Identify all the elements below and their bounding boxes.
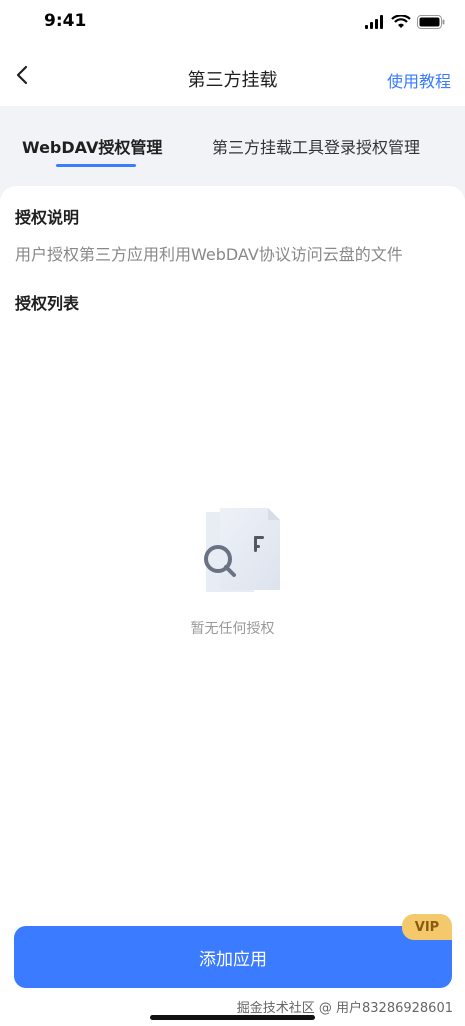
watermark-text: 掘金技术社区 @ 用户83286928601 — [236, 1001, 453, 1016]
status-bar: 9:41 — [0, 0, 465, 44]
status-time: 9:41 — [44, 11, 87, 31]
auth-list-title: 授权列表 — [15, 294, 80, 313]
tab-third-party-tool-auth[interactable]: 第三方挂载工具登录授权管理 — [212, 134, 420, 158]
nav-bar: 第三方挂载 使用教程 — [0, 44, 465, 106]
vip-badge: VIP — [402, 914, 452, 940]
tab-bar: WebDAV授权管理 第三方挂载工具登录授权管理 — [0, 106, 465, 186]
empty-state-text: 暂无任何授权 — [190, 621, 275, 637]
wifi-icon — [391, 15, 411, 28]
active-tab-indicator — [56, 164, 136, 167]
add-app-button[interactable]: 添加应用 — [14, 926, 452, 988]
home-indicator — [150, 1015, 315, 1020]
empty-search-document-icon — [204, 508, 280, 592]
signal-icon — [365, 15, 383, 29]
auth-info-title: 授权说明 — [15, 208, 80, 227]
tutorial-link[interactable]: 使用教程 — [387, 68, 451, 92]
auth-info-description: 用户授权第三方应用利用WebDAV协议访问云盘的文件 — [15, 245, 403, 264]
tab-webdav-auth[interactable]: WebDAV授权管理 — [22, 134, 162, 158]
status-icons — [365, 14, 445, 30]
battery-icon — [417, 15, 445, 29]
content-panel: 授权说明 用户授权第三方应用利用WebDAV协议访问云盘的文件 授权列表 暂无任… — [0, 186, 465, 1026]
